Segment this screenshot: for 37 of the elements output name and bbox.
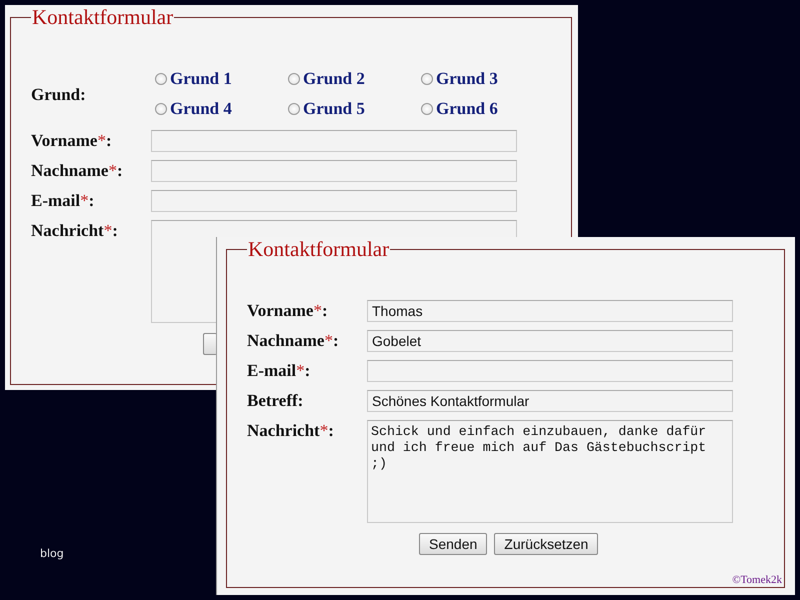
reason-option[interactable]: Grund 6 — [421, 98, 554, 120]
field-label: Nachname*: — [247, 330, 340, 352]
radio-button[interactable] — [155, 103, 167, 115]
field-label: E-mail*: — [31, 190, 96, 212]
field-label: Vorname*: — [247, 300, 329, 322]
field-label: E-mail*: — [247, 360, 312, 382]
radio-button[interactable] — [288, 103, 300, 115]
field-label: Grund: — [31, 84, 87, 106]
reason-option[interactable]: Grund 4 — [155, 98, 288, 120]
form-button[interactable]: Senden — [419, 533, 488, 555]
form-title: Kontaktformular — [247, 237, 390, 262]
radio-button[interactable] — [155, 73, 167, 85]
field-label: Nachricht*: — [31, 220, 119, 242]
field-label: Vorname*: — [31, 130, 113, 152]
blog-link[interactable]: blog — [40, 547, 64, 560]
input-field[interactable] — [367, 360, 733, 382]
submit-button[interactable] — [203, 333, 217, 355]
input-field[interactable]: Thomas — [367, 300, 733, 322]
radio-button[interactable] — [421, 73, 433, 85]
input-field[interactable]: Schönes Kontaktformular — [367, 390, 733, 412]
reason-option[interactable]: Grund 2 — [288, 68, 421, 90]
field-label: Nachricht*: — [247, 420, 335, 442]
input-field[interactable] — [151, 160, 517, 182]
form-title: Kontaktformular — [31, 5, 174, 30]
input-field[interactable] — [151, 130, 517, 152]
reason-option[interactable]: Grund 5 — [288, 98, 421, 120]
field-label: Nachname*: — [31, 160, 124, 182]
field-label: Betreff: — [247, 390, 304, 412]
reason-option[interactable]: Grund 3 — [421, 68, 554, 90]
form-button[interactable]: Zurücksetzen — [494, 533, 598, 555]
reason-option[interactable]: Grund 1 — [155, 68, 288, 90]
radio-button[interactable] — [288, 73, 300, 85]
message-field[interactable]: Schick und einfach einzubauen, danke dafür und ich freue mich auf Das Gästebuchscript ;) — [367, 420, 733, 523]
radio-button[interactable] — [421, 103, 433, 115]
input-field[interactable]: Gobelet — [367, 330, 733, 352]
input-field[interactable] — [151, 190, 517, 212]
credit-text: ©Tomek2k — [732, 574, 782, 586]
